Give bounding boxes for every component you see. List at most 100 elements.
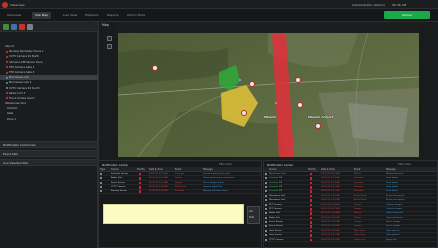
section-notification-commands[interactable]: Notification Commands (0, 141, 98, 148)
tab-site-map[interactable]: Site Map (32, 12, 52, 19)
row-datetime: 6/3/2015 6:01 AM (321, 234, 340, 237)
row-event: Tamper (354, 225, 362, 228)
row-checkbox[interactable] (265, 181, 267, 184)
row-checkbox[interactable] (265, 194, 267, 197)
row-message: Fence tamper (386, 221, 401, 224)
alarm-icon (310, 203, 313, 207)
edit-icon[interactable] (11, 24, 17, 30)
tree-item[interactable]: Zone 1 (0, 117, 98, 122)
app-logo-icon (2, 1, 8, 8)
row-source: Microwave Link (269, 194, 285, 197)
row-source: Fence Sensor (269, 221, 283, 224)
col-type[interactable]: Type (100, 168, 105, 171)
panel-tools-right[interactable]: Filter Clear (398, 163, 411, 166)
satellite-map[interactable]: Mbanki Mbanki Airport (118, 33, 419, 157)
notification-list: Intrusion Sensor 6/3/2015 6:15 AM Intrusio… (99, 172, 261, 194)
status-button[interactable]: Online (384, 11, 430, 19)
row-datetime: 6/3/2015 6:10 AM (321, 194, 340, 197)
notification-detail-box[interactable] (103, 204, 244, 224)
delete-icon[interactable] (19, 24, 25, 30)
row-event: Motion (354, 212, 362, 215)
row-datetime: 6/3/2015 6:06 AM (321, 212, 340, 215)
alarm-icon (310, 194, 313, 198)
zoom-out-icon[interactable] (107, 44, 112, 49)
row-checkbox[interactable] (100, 181, 102, 184)
row-message: Fence tamper (386, 225, 401, 228)
col-source[interactable]: Source (111, 168, 119, 171)
tab-playback[interactable]: Playback (82, 12, 101, 19)
row-source: Intrusion Sensor (111, 172, 128, 175)
notification-row-right[interactable]: CCTV Camera 6/3/2015 6:00 AM Video Loss Sig… (264, 238, 437, 243)
row-checkbox[interactable] (265, 177, 267, 180)
row-source: Runway Sensor (111, 190, 127, 193)
row-checkbox[interactable] (265, 203, 267, 206)
alarm-icon (139, 185, 142, 189)
row-checkbox[interactable] (265, 212, 267, 215)
map-toolbar-right (419, 22, 438, 160)
user-name[interactable]: Administrator (admin) (352, 3, 385, 7)
alarm-icon (310, 234, 313, 237)
row-datetime: 6/3/2015 6:14 AM (321, 177, 340, 180)
alarm-icon (310, 185, 313, 189)
row-checkbox[interactable] (265, 229, 267, 232)
row-message: Gate opened (386, 234, 400, 237)
col-datetime[interactable]: Date & Time (149, 168, 163, 171)
row-checkbox[interactable] (265, 225, 267, 228)
add-icon[interactable] (3, 24, 9, 30)
alarm-icon (139, 181, 142, 185)
status-dot-icon (6, 81, 8, 84)
status-dot-icon (6, 71, 8, 74)
col-event[interactable]: Event (175, 168, 181, 171)
col-source-right[interactable]: Source (269, 168, 277, 171)
row-source: Gate Sensor (269, 229, 282, 232)
tab-overview[interactable]: Overview (4, 12, 24, 19)
row-event: Motion (175, 177, 183, 180)
row-datetime: 6/3/2015 6:13 AM (321, 181, 340, 184)
row-checkbox[interactable] (265, 234, 267, 237)
panel-tools[interactable]: Filter Clear (219, 163, 232, 166)
section-live-selected-site[interactable]: Live Selected Site (0, 159, 98, 166)
tab-reports[interactable]: Reports (104, 12, 122, 19)
row-source: Intrusion PIR (269, 190, 283, 193)
row-checkbox[interactable] (100, 185, 102, 188)
row-message: Zone alarm (386, 181, 398, 184)
tab-live-view[interactable]: Live View (60, 12, 80, 19)
row-checkbox[interactable] (100, 172, 102, 175)
row-checkbox[interactable] (265, 190, 267, 193)
col-event-right[interactable]: Event (354, 168, 360, 171)
row-checkbox[interactable] (100, 190, 102, 193)
col-datetime-right[interactable]: Date & Time (321, 168, 335, 171)
map-panel: Map – □ × (98, 22, 438, 160)
section-event-sets[interactable]: Event Sets (0, 150, 98, 157)
map-toolbar-left (99, 22, 118, 160)
alarm-icon (310, 207, 313, 211)
row-datetime: 6/3/2015 6:02 AM (321, 229, 340, 232)
settings-icon[interactable] (27, 24, 33, 30)
status-dot-icon (6, 55, 8, 58)
row-checkbox[interactable] (265, 185, 267, 188)
row-checkbox[interactable] (265, 172, 267, 175)
row-message: Camera tamper (386, 203, 403, 206)
row-checkbox[interactable] (265, 216, 267, 219)
tab-admin-tools[interactable]: Admin Tools (124, 12, 148, 19)
col-priority-right[interactable]: Priority (308, 168, 316, 171)
col-message[interactable]: Message (203, 168, 213, 171)
ack-button[interactable]: Ack (249, 210, 253, 213)
notification-row[interactable]: Runway Sensor 6/3/2015 6:05 AM Intrusion Ru… (99, 190, 261, 194)
row-message: Object detected (386, 212, 403, 215)
hide-button[interactable]: Hide (249, 216, 254, 219)
row-event: Motion (354, 216, 362, 219)
col-message-right[interactable]: Message (386, 168, 396, 171)
row-event: Beam Break (354, 194, 367, 197)
alarm-icon (310, 199, 313, 202)
row-checkbox[interactable] (265, 199, 267, 202)
row-source: Radar Unit (269, 212, 281, 215)
row-checkbox[interactable] (265, 221, 267, 224)
row-checkbox[interactable] (265, 207, 267, 210)
row-source: Intrusion PIR (269, 185, 283, 188)
row-datetime: 6/3/2015 6:03 AM (321, 225, 340, 228)
col-priority[interactable]: Priority (137, 168, 145, 171)
row-checkbox[interactable] (265, 238, 267, 241)
row-checkbox[interactable] (100, 177, 102, 180)
zoom-in-icon[interactable] (107, 36, 112, 41)
